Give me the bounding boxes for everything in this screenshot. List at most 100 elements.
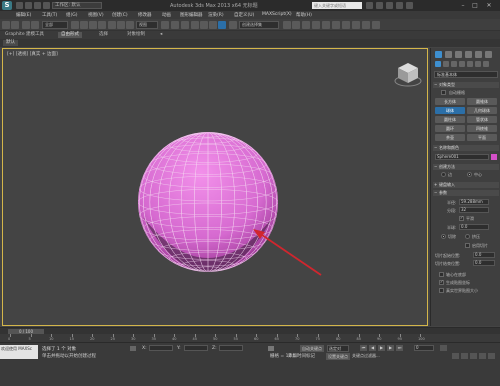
zoom-all-icon[interactable] bbox=[461, 353, 468, 359]
graphite-toggle-icon[interactable] bbox=[312, 21, 320, 29]
rotate-icon[interactable] bbox=[117, 21, 125, 29]
rollout-object-type[interactable]: 对象类型 bbox=[433, 82, 499, 88]
app-logo-button[interactable]: S bbox=[2, 1, 12, 10]
geosphere-button[interactable]: 几何球体 bbox=[467, 107, 497, 114]
time-slider[interactable]: 0 / 100 bbox=[0, 327, 500, 334]
menu-edit[interactable]: 编辑(E) bbox=[16, 12, 31, 18]
motion-tab-icon[interactable] bbox=[465, 51, 472, 58]
selection-filter-dropdown[interactable]: 全部 bbox=[42, 21, 68, 29]
tab-default[interactable]: 默认 bbox=[3, 40, 18, 46]
box-button[interactable]: 长方体 bbox=[435, 98, 465, 105]
current-frame-field[interactable]: 0 bbox=[414, 345, 434, 351]
maximize-button[interactable]: □ bbox=[470, 1, 480, 10]
snap-toggle-icon[interactable] bbox=[191, 21, 199, 29]
mirror-icon[interactable] bbox=[283, 21, 291, 29]
teapot-button[interactable]: 茶壶 bbox=[435, 134, 465, 141]
next-frame-icon[interactable]: ▶ bbox=[387, 345, 394, 351]
add-time-tag[interactable]: 添加时间标记 bbox=[288, 353, 315, 359]
tab-object-paint[interactable]: 对象绘制 bbox=[124, 32, 148, 38]
object-name-field[interactable]: Sphere001 bbox=[435, 154, 489, 160]
play-icon[interactable]: ▶ bbox=[378, 345, 385, 351]
menu-tools[interactable]: 工具(T) bbox=[42, 12, 57, 18]
percent-snap-icon[interactable] bbox=[209, 21, 217, 29]
align-icon[interactable] bbox=[292, 21, 300, 29]
orbit-icon[interactable] bbox=[479, 353, 486, 359]
selection-lock-icon[interactable] bbox=[130, 346, 136, 351]
curve-editor-icon[interactable] bbox=[322, 21, 330, 29]
systems-icon[interactable] bbox=[483, 61, 489, 67]
helpers-icon[interactable] bbox=[467, 61, 473, 67]
perspective-viewport[interactable]: [+] [透视] [真实 + 边面] bbox=[2, 48, 428, 326]
render-production-icon[interactable] bbox=[372, 21, 380, 29]
torus-button[interactable]: 圆环 bbox=[435, 125, 465, 132]
menu-animation[interactable]: 动画 bbox=[162, 12, 171, 18]
segments-field[interactable]: 32 bbox=[459, 207, 489, 213]
rendered-frame-icon[interactable] bbox=[362, 21, 370, 29]
y-coord-field[interactable] bbox=[184, 345, 208, 351]
tab-selection[interactable]: 选择 bbox=[96, 32, 111, 38]
minimize-button[interactable]: – bbox=[458, 1, 468, 10]
base-to-pivot-checkbox[interactable] bbox=[439, 272, 444, 277]
star-icon[interactable] bbox=[396, 2, 403, 9]
go-to-end-icon[interactable]: ⏭ bbox=[396, 345, 403, 351]
spinner-snap-icon[interactable] bbox=[218, 21, 226, 29]
workspace-dropdown[interactable]: 工作区: 默认 bbox=[52, 2, 102, 9]
keyboard-shortcut-icon[interactable] bbox=[181, 21, 189, 29]
ribbon-expand-icon[interactable]: ◂ bbox=[160, 32, 162, 38]
sphere-button[interactable]: 球体 bbox=[435, 107, 465, 114]
render-setup-icon[interactable] bbox=[352, 21, 360, 29]
scale-icon[interactable] bbox=[126, 21, 134, 29]
object-color-swatch[interactable] bbox=[491, 154, 497, 160]
rollout-keyboard-entry[interactable]: 键盘输入 bbox=[433, 182, 499, 188]
rollout-name-color[interactable]: 名称和颜色 bbox=[433, 145, 499, 151]
tube-button[interactable]: 管状体 bbox=[467, 116, 497, 123]
tab-freeform[interactable]: 自由形式 bbox=[58, 32, 82, 38]
menu-customize[interactable]: 自定义(U) bbox=[234, 12, 254, 18]
display-tab-icon[interactable] bbox=[475, 51, 482, 58]
subscription-icon[interactable] bbox=[376, 2, 383, 9]
slice-on-checkbox[interactable] bbox=[465, 243, 470, 248]
menu-graph-editors[interactable]: 图形编辑器 bbox=[180, 12, 203, 18]
chop-radio[interactable] bbox=[441, 234, 446, 239]
cylinder-button[interactable]: 圆柱体 bbox=[435, 116, 465, 123]
category-dropdown[interactable]: 标准基本体 bbox=[434, 71, 498, 78]
plane-button[interactable]: 平面 bbox=[467, 134, 497, 141]
lights-icon[interactable] bbox=[451, 61, 457, 67]
select-manipulate-icon[interactable] bbox=[171, 21, 179, 29]
layer-manager-icon[interactable] bbox=[302, 21, 310, 29]
undo-icon[interactable] bbox=[2, 21, 10, 29]
help-icon[interactable] bbox=[406, 2, 413, 9]
slice-to-field[interactable]: 0.0 bbox=[473, 260, 495, 266]
maxscript-listener[interactable]: 欢迎使用 MAXSc bbox=[0, 345, 38, 359]
key-filters-button[interactable]: 关键点过滤器... bbox=[352, 353, 380, 359]
menu-views[interactable]: 视图(V) bbox=[88, 12, 104, 18]
region-select-icon[interactable] bbox=[89, 21, 97, 29]
new-file-icon[interactable] bbox=[16, 2, 23, 9]
edit-named-sets-icon[interactable] bbox=[229, 21, 237, 29]
pivot-center-icon[interactable] bbox=[161, 21, 169, 29]
maximize-viewport-icon[interactable] bbox=[488, 353, 495, 359]
zoom-icon[interactable] bbox=[452, 353, 459, 359]
select-by-name-icon[interactable] bbox=[80, 21, 88, 29]
link-icon[interactable] bbox=[22, 21, 30, 29]
save-file-icon[interactable] bbox=[34, 2, 41, 9]
binoculars-icon[interactable] bbox=[366, 2, 373, 9]
utilities-tab-icon[interactable] bbox=[485, 51, 492, 58]
x-coord-field[interactable] bbox=[149, 345, 173, 351]
angle-snap-icon[interactable] bbox=[200, 21, 208, 29]
create-tab-icon[interactable] bbox=[435, 51, 442, 58]
rollout-creation-method[interactable]: 创建方法 bbox=[433, 164, 499, 170]
spacewarps-icon[interactable] bbox=[475, 61, 481, 67]
window-crossing-icon[interactable] bbox=[98, 21, 106, 29]
named-selection-sets-dropdown[interactable]: 创建选择集 bbox=[239, 21, 279, 29]
unlink-icon[interactable] bbox=[31, 21, 39, 29]
search-input[interactable]: 键入关键字或短语 bbox=[312, 2, 362, 9]
menu-create[interactable]: 创建(C) bbox=[112, 12, 128, 18]
reference-coord-dropdown[interactable]: 视图 bbox=[136, 21, 158, 29]
close-button[interactable]: ✕ bbox=[484, 1, 494, 10]
pan-icon[interactable] bbox=[470, 353, 477, 359]
hierarchy-tab-icon[interactable] bbox=[455, 51, 462, 58]
cone-button[interactable]: 圆锥体 bbox=[467, 98, 497, 105]
generate-mapping-checkbox[interactable] bbox=[439, 279, 444, 285]
schematic-view-icon[interactable] bbox=[332, 21, 340, 29]
